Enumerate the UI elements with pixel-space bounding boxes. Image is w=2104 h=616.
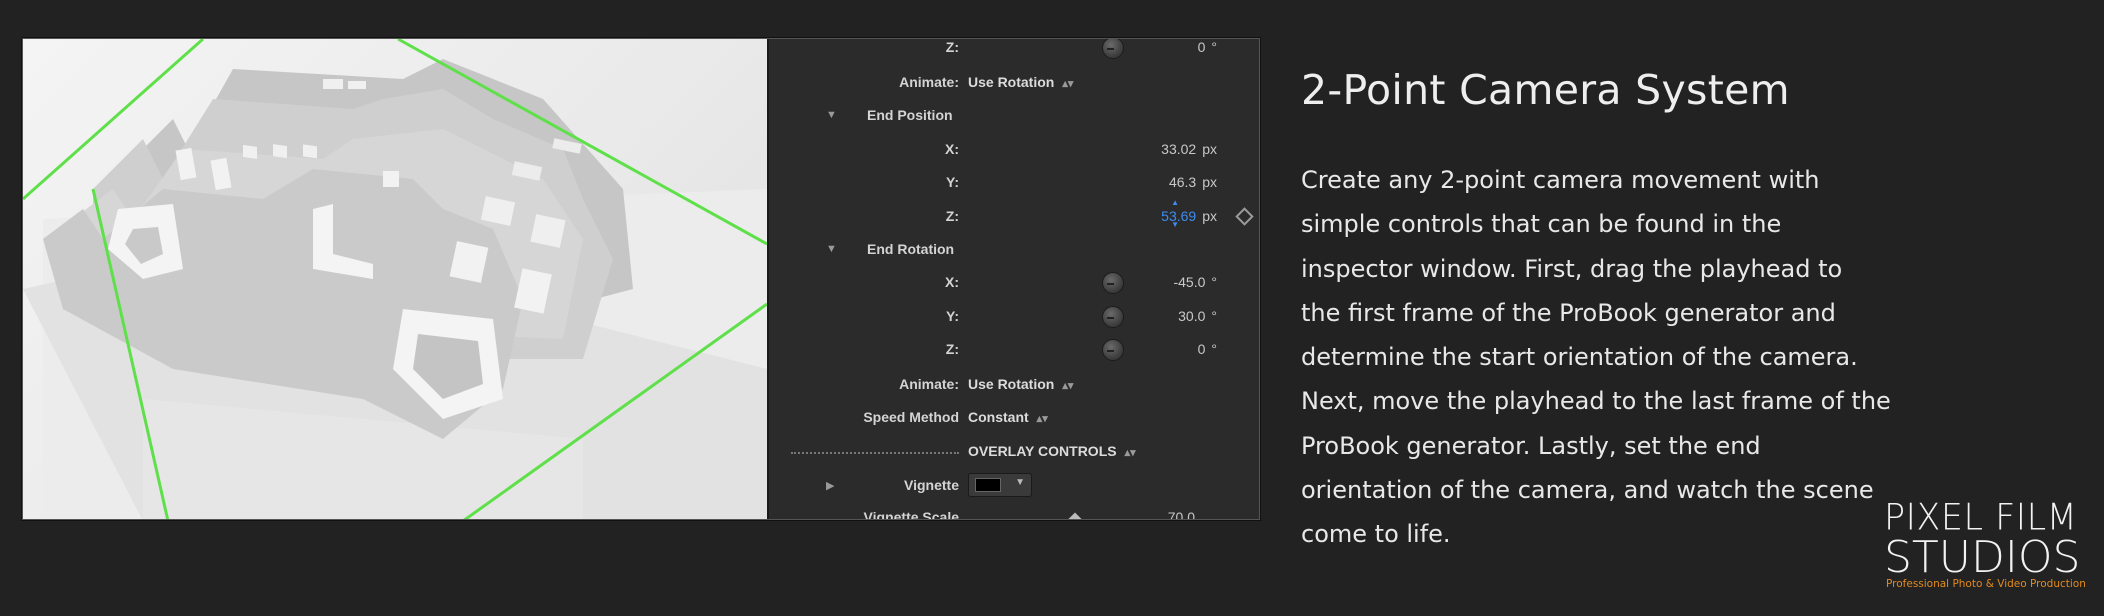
- end-position-y-value[interactable]: 46.3 px: [1156, 174, 1217, 190]
- animate-popup-2[interactable]: Use Rotation ▴▾: [968, 376, 1073, 392]
- end-rotation-x-value[interactable]: -45.0 °: [1165, 274, 1217, 290]
- end-position-y-row: Y: 46.3 px: [769, 172, 1259, 194]
- overlay-controls-popup[interactable]: OVERLAY CONTROLS ▴▾: [968, 443, 1136, 459]
- logo-line-2: STUDIOS: [1884, 532, 2081, 583]
- description-line: come to life.: [1301, 520, 1451, 549]
- vignette-label: Vignette: [904, 477, 959, 493]
- speed-method-row: Speed Method Constant ▴▾: [769, 407, 1259, 429]
- slider-knob[interactable]: [1066, 512, 1084, 519]
- end-rotation-y-row: Y: 30.0 °: [769, 306, 1259, 328]
- updown-arrows-icon: ▴▾: [1062, 78, 1074, 90]
- color-swatch: [975, 478, 1001, 492]
- vignette-scale-row: Vignette Scale 70.0: [769, 507, 1259, 520]
- end-position-header[interactable]: ▼ End Position: [769, 105, 1259, 127]
- disclosure-triangle-icon[interactable]: ▼: [826, 109, 837, 121]
- end-rotation-x-label: X:: [945, 274, 959, 290]
- end-rotation-title: End Rotation: [867, 241, 955, 257]
- description-line: the first frame of the ProBook generator…: [1301, 298, 1836, 327]
- top-z-value[interactable]: 0 °: [1165, 39, 1217, 55]
- product-screenshot: Z: 0 ° Animate: Use Rotation ▴▾ ▼ End Posi…: [22, 38, 1260, 520]
- animate-label-2: Animate:: [899, 376, 959, 392]
- description-line: Create any 2-point camera movement with: [1301, 166, 1820, 194]
- updown-arrows-icon: ▴▾: [1036, 413, 1048, 425]
- logo-tagline: Professional Photo & Video Production: [1886, 578, 2086, 590]
- end-position-z-value[interactable]: 53.69 px: [1156, 208, 1217, 224]
- end-rotation-x-dial[interactable]: [1102, 272, 1124, 294]
- animate-label-1: Animate:: [899, 74, 959, 90]
- description-line: orientation of the camera, and watch the…: [1301, 476, 1874, 505]
- end-rotation-y-value[interactable]: 30.0 °: [1165, 308, 1217, 324]
- speed-method-popup[interactable]: Constant ▴▾: [968, 409, 1048, 425]
- animate-row-1: Animate: Use Rotation ▴▾: [769, 72, 1259, 94]
- end-rotation-z-label: Z:: [945, 341, 959, 357]
- description-line: determine the start orientation of the c…: [1301, 343, 1858, 372]
- top-z-label: Z:: [945, 39, 959, 55]
- end-rotation-y-dial[interactable]: [1102, 306, 1124, 328]
- updown-arrows-icon: ▴▾: [1124, 447, 1136, 459]
- vignette-row: ▶ Vignette ▼: [769, 473, 1259, 497]
- end-position-title: End Position: [867, 107, 953, 123]
- description-line: simple controls that can be found in the: [1301, 210, 1782, 239]
- description-line: Next, move the playhead to the last fram…: [1301, 387, 1891, 416]
- vignette-color-well[interactable]: ▼: [968, 473, 1032, 497]
- pixel-film-studios-logo[interactable]: PIXEL FILM STUDIOS Professional Photo & …: [1884, 497, 2086, 590]
- inspector-panel: Z: 0 ° Animate: Use Rotation ▴▾ ▼ End Posi…: [767, 39, 1259, 520]
- animate-row-2: Animate: Use Rotation ▴▾: [769, 374, 1259, 396]
- description-line: inspector window. First, drag the playhe…: [1301, 254, 1843, 283]
- vignette-scale-label: Vignette Scale: [863, 509, 959, 520]
- disclosure-triangle-icon[interactable]: ▼: [826, 243, 837, 255]
- animate-popup-1[interactable]: Use Rotation ▴▾: [968, 74, 1073, 90]
- end-rotation-header[interactable]: ▼ End Rotation: [769, 239, 1259, 261]
- section-heading: 2-Point Camera System: [1301, 66, 1790, 114]
- end-rotation-y-label: Y:: [946, 308, 959, 324]
- top-z-dial[interactable]: [1102, 39, 1124, 59]
- updown-arrows-icon: ▴▾: [1062, 380, 1074, 392]
- 3d-viewport[interactable]: [23, 39, 767, 519]
- dotted-divider: [791, 452, 959, 454]
- disclosure-triangle-right-icon[interactable]: ▶: [826, 479, 834, 492]
- vignette-scale-value[interactable]: 70.0: [1155, 509, 1195, 519]
- end-rotation-x-row: X: -45.0 °: [769, 272, 1259, 294]
- overlay-controls-row: OVERLAY CONTROLS ▴▾: [769, 441, 1259, 463]
- speed-method-label: Speed Method: [863, 409, 959, 425]
- end-position-z-label: Z:: [945, 208, 959, 224]
- popup-book-scene: [23, 39, 767, 519]
- spin-up-icon[interactable]: ▲: [1171, 198, 1179, 207]
- end-rotation-z-row: Z: 0 °: [769, 339, 1259, 361]
- end-rotation-z-dial[interactable]: [1102, 339, 1124, 361]
- end-position-x-label: X:: [945, 141, 959, 157]
- end-position-x-row: X: 33.02 px: [769, 139, 1259, 161]
- end-position-z-row: Z: ▲ ▼ 53.69 px: [769, 198, 1259, 229]
- description-line: ProBook generator. Lastly, set the end: [1301, 431, 1761, 460]
- end-position-y-label: Y:: [946, 174, 959, 190]
- top-z-row: Z: 0 °: [769, 39, 1259, 59]
- chevron-down-icon: ▼: [1015, 477, 1025, 488]
- end-rotation-z-value[interactable]: 0 °: [1165, 341, 1217, 357]
- end-position-x-value[interactable]: 33.02 px: [1156, 141, 1217, 157]
- keyframe-diamond-icon[interactable]: [1235, 207, 1254, 226]
- section-description: Create any 2-point camera movement with …: [1301, 158, 1921, 557]
